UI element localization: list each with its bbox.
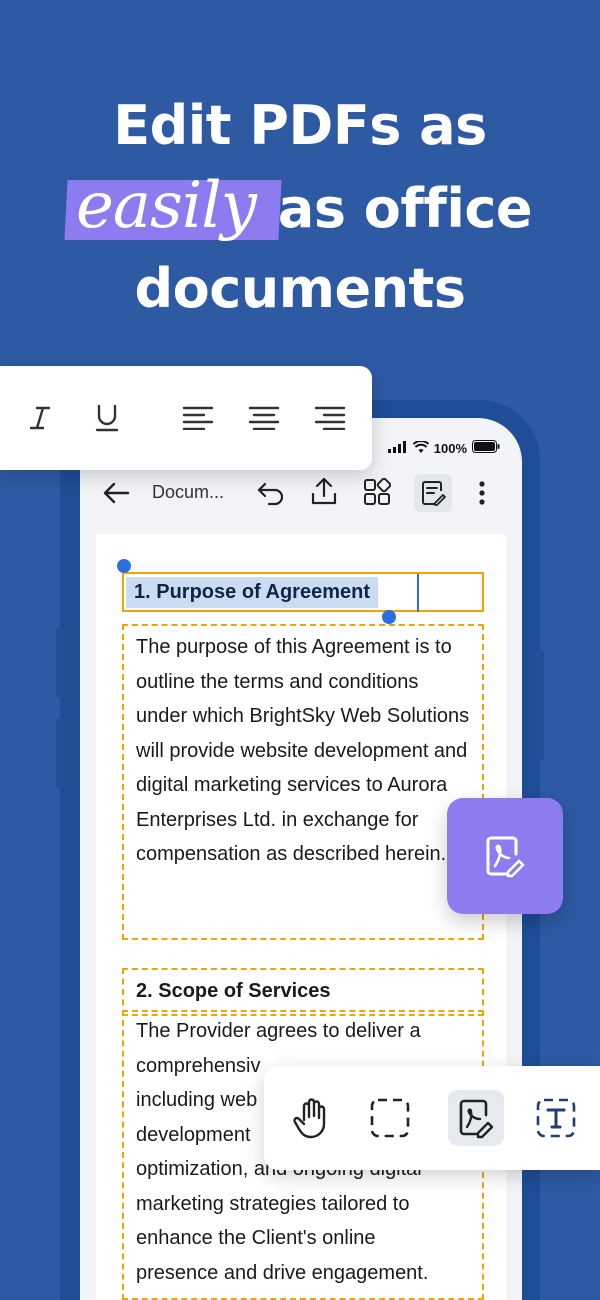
paragraph-2-line: The Provider agrees to deliver a <box>136 1020 421 1042</box>
document-title: Docum... <box>152 482 225 502</box>
phone-side-button <box>56 628 64 698</box>
back-arrow-icon <box>103 482 130 504</box>
tool-bar <box>264 1066 600 1170</box>
align-left-button[interactable] <box>176 396 220 440</box>
highlight-text: easily <box>75 169 257 243</box>
grid-view-button[interactable] <box>363 478 391 506</box>
share-button[interactable] <box>310 476 338 506</box>
edit-pdf-tool-button[interactable] <box>448 1090 504 1146</box>
signal-icon <box>387 440 408 456</box>
select-area-icon <box>370 1098 410 1138</box>
pan-tool-button[interactable] <box>284 1090 340 1146</box>
battery-percent: 100% <box>433 440 467 456</box>
paragraph-box-1[interactable]: The purpose of this Agreement is to outl… <box>122 624 484 940</box>
headline-line-2: easily as office <box>0 166 600 249</box>
battery-icon <box>472 440 500 456</box>
headline-line-2-rest: as office <box>277 177 533 240</box>
underline-icon <box>95 404 119 432</box>
text-caret <box>417 574 419 612</box>
edit-pdf-icon <box>459 1099 494 1139</box>
paragraph-1[interactable]: The purpose of this Agreement is to outl… <box>124 626 482 874</box>
text-format-bar <box>0 366 372 470</box>
undo-icon <box>257 482 284 506</box>
grid-icon <box>364 478 391 505</box>
edit-document-icon <box>422 481 446 506</box>
align-right-button[interactable] <box>308 396 352 440</box>
highlight-word: easily <box>64 166 282 249</box>
phone-side-button <box>56 718 64 788</box>
heading-2[interactable]: 2. Scope of Services <box>124 970 482 1013</box>
text-box-button[interactable] <box>528 1090 584 1146</box>
app-toolbar: Docum... <box>80 468 522 518</box>
align-center-icon <box>248 406 280 430</box>
phone-side-button <box>536 650 544 760</box>
headline-line-3: documents <box>134 257 467 320</box>
back-button[interactable] <box>102 481 130 505</box>
text-box-icon <box>536 1098 576 1138</box>
more-vertical-icon <box>479 481 485 505</box>
align-right-icon <box>314 406 346 430</box>
paragraph-2-line: presence and drive engagement. <box>136 1261 429 1284</box>
status-bar: 100% <box>387 439 500 456</box>
align-center-button[interactable] <box>242 396 286 440</box>
align-left-icon <box>182 406 214 430</box>
wifi-icon <box>412 439 429 456</box>
hand-icon <box>293 1098 326 1139</box>
heading-edit-box[interactable]: 1. Purpose of Agreement <box>122 572 484 612</box>
heading-box-2[interactable]: 2. Scope of Services <box>122 968 484 1016</box>
select-area-button[interactable] <box>362 1090 418 1146</box>
edit-mode-button[interactable] <box>414 474 452 512</box>
edit-pdf-icon <box>486 836 525 878</box>
more-options-button[interactable] <box>478 480 486 506</box>
share-icon <box>311 477 337 505</box>
italic-icon <box>29 406 51 430</box>
paragraph-2-line: enhance the Client's online <box>136 1227 376 1249</box>
underline-button[interactable] <box>85 396 129 440</box>
italic-button[interactable] <box>18 396 62 440</box>
heading-1[interactable]: 1. Purpose of Agreement <box>126 577 378 608</box>
edit-pdf-fab[interactable] <box>447 798 563 914</box>
paragraph-2-line: marketing strategies tailored to <box>136 1192 410 1215</box>
document-page: 1. Purpose of Agreement The purpose of t… <box>96 534 506 1300</box>
undo-button[interactable] <box>256 480 286 506</box>
headline-line-1: Edit PDFs as <box>113 94 487 157</box>
selection-start-handle[interactable] <box>117 559 131 573</box>
selection-end-handle[interactable] <box>382 610 396 624</box>
headline: Edit PDFs as easily as office documents <box>0 86 600 329</box>
